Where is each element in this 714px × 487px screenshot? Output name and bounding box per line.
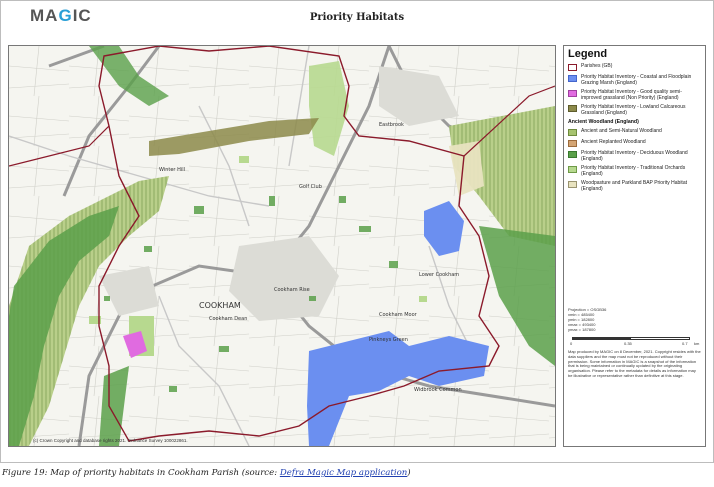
legend-label: Priority Habitat Inventory - Good qualit…	[581, 89, 682, 101]
legend-swatch	[568, 90, 577, 97]
legend-item: Priority Habitat Inventory - Coastal and…	[568, 74, 701, 86]
projection-info: Projection = OSGB36 xmin = 485400 ymin = 1…	[568, 307, 701, 332]
label-cookham: COOKHAM	[199, 301, 241, 310]
legend-label: Priority Habitat Inventory - Deciduous W…	[581, 150, 688, 162]
legend-items-bottom: Ancient and Semi-Natural Woodland Ancient…	[568, 128, 701, 192]
label-golf-club: Golf Club	[299, 184, 322, 190]
legend-swatch	[568, 105, 577, 112]
magic-map-link[interactable]: Defra Magic Map application	[280, 468, 407, 478]
figure-caption: Figure 19: Map of priority habitats in C…	[2, 468, 411, 478]
legend-swatch	[568, 140, 577, 147]
label-cookham-dean: Cookham Dean	[209, 316, 247, 322]
label-lower-cookham: Lower Cookham	[419, 272, 459, 278]
legend-swatch	[568, 166, 577, 173]
label-cookham-moor: Cookham Moor	[379, 312, 418, 318]
legend-swatch	[568, 151, 577, 158]
legend-label: Priority Habitat Inventory - Lowland Cal…	[581, 104, 686, 116]
projection-line: ymax = 187800	[568, 327, 596, 332]
map-view[interactable]: COOKHAM Cookham Dean Winter Hill Cookham…	[8, 45, 556, 447]
legend-label: Priority Habitat Inventory - Traditional…	[581, 165, 686, 177]
legend-item: Woodpasture and Parkland BAP Priority Ha…	[568, 180, 701, 192]
legend-title: Legend	[568, 48, 608, 60]
legend-woodland-heading: Ancient Woodland (England)	[568, 119, 639, 125]
scale-bar: 0 0.35 0.7 km	[568, 334, 701, 348]
legend-item: Priority Habitat Inventory - Good qualit…	[568, 89, 701, 101]
legend-panel: Legend Parishes (GB) Priority Habitat Inv…	[563, 45, 706, 447]
label-widbrook: Widbrook Common	[414, 387, 462, 393]
map-copyright: (c) Crown Copyright and database rights …	[33, 438, 188, 443]
legend-item: Ancient Replanted Woodland	[568, 139, 701, 147]
legend-label: Priority Habitat Inventory - Coastal and…	[581, 74, 692, 86]
legend-swatch	[568, 64, 577, 71]
map-canvas: COOKHAM Cookham Dean Winter Hill Cookham…	[9, 46, 555, 446]
legend-swatch	[568, 75, 577, 82]
legend-label: Ancient Replanted Woodland	[581, 139, 646, 145]
legend-label: Woodpasture and Parkland BAP Priority Ha…	[581, 180, 687, 192]
page-title: Priority Habitats	[309, 12, 405, 23]
label-eastbrook: Eastbrook	[379, 122, 404, 128]
label-winter-hill: Winter Hill	[159, 167, 185, 173]
legend-item: Priority Habitat Inventory - Lowland Cal…	[568, 104, 701, 116]
legend-item: Ancient and Semi-Natural Woodland	[568, 128, 701, 136]
label-pinkneys-green: Pinkneys Green	[369, 337, 408, 343]
map-notes: Map produced by MAGIC on 8 December, 202…	[568, 349, 701, 378]
legend-label: Ancient and Semi-Natural Woodland	[581, 128, 662, 134]
legend-item: Priority Habitat Inventory - Traditional…	[568, 165, 701, 177]
legend-item: Priority Habitat Inventory - Deciduous W…	[568, 150, 701, 162]
legend-items-top: Parishes (GB) Priority Habitat Inventory …	[568, 63, 701, 116]
legend-label: Parishes (GB)	[581, 63, 613, 69]
legend-item: Parishes (GB)	[568, 63, 701, 71]
label-cookham-rise: Cookham Rise	[274, 287, 310, 293]
legend-swatch	[568, 129, 577, 136]
legend-swatch	[568, 181, 577, 188]
